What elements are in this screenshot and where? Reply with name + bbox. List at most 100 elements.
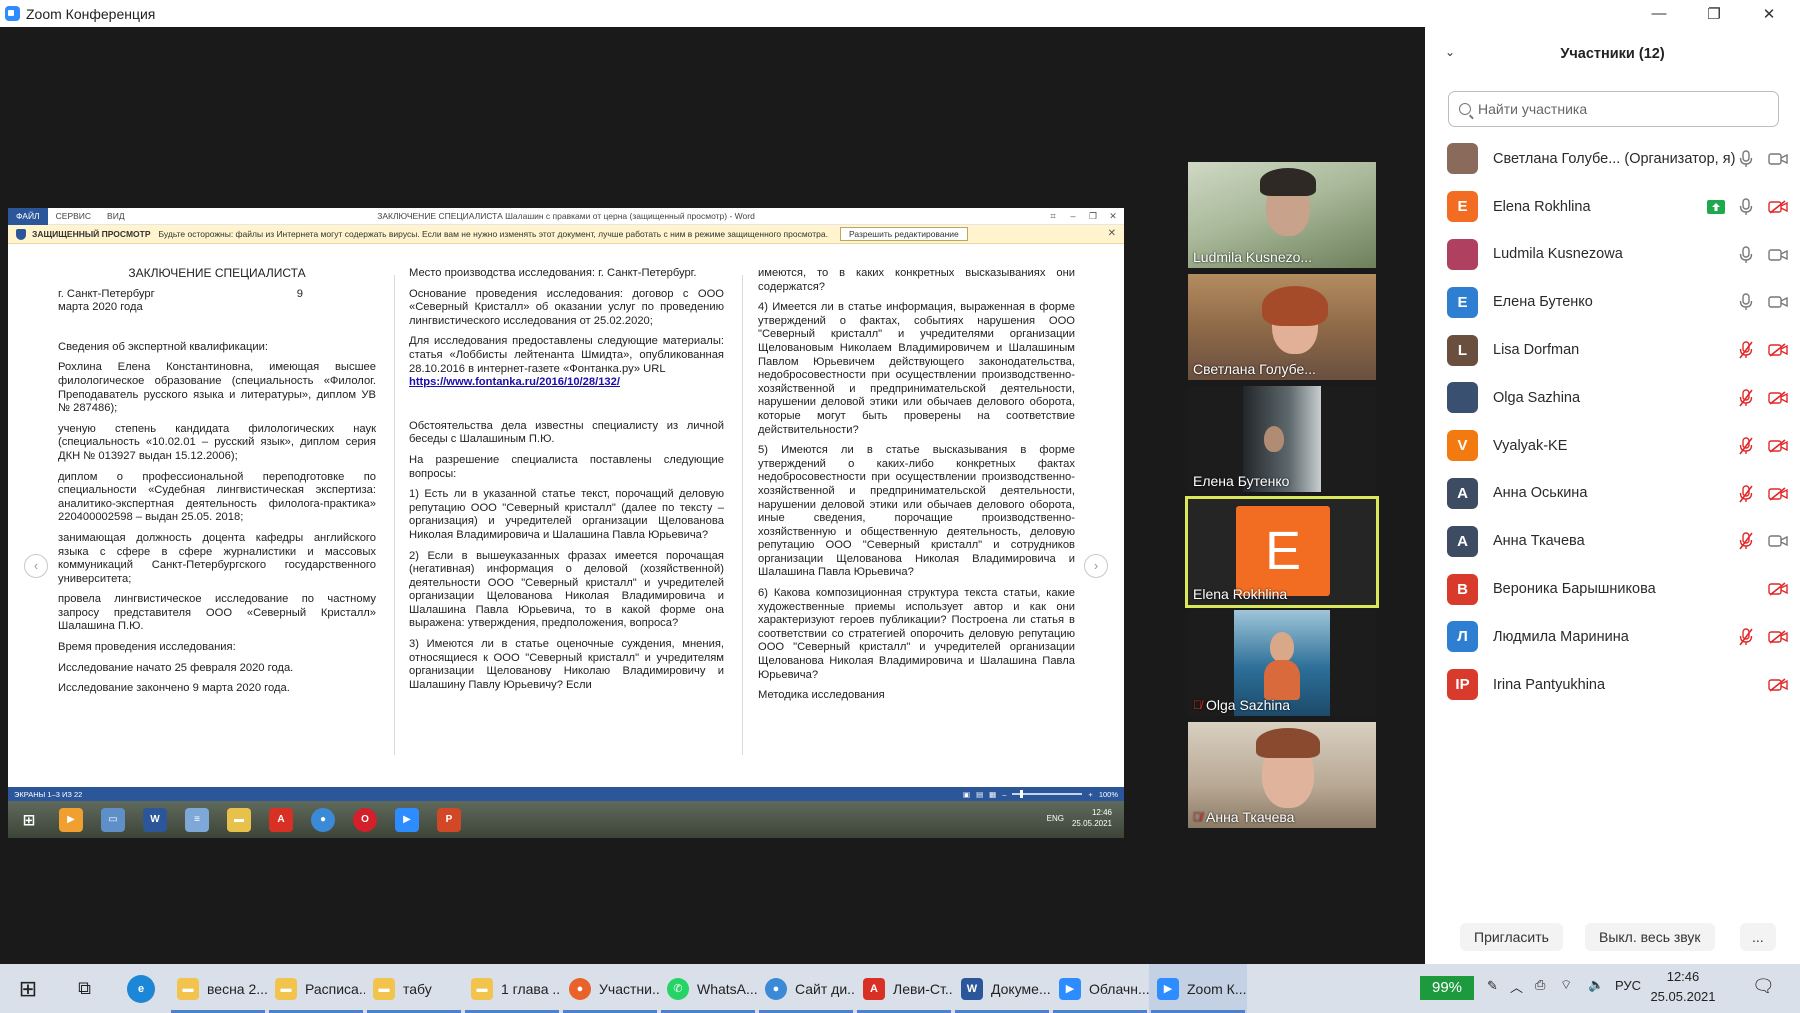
maximize-button[interactable]: ❐: [1691, 0, 1737, 27]
close-button[interactable]: ✕: [1746, 0, 1792, 27]
active-speaker-thumbnail[interactable]: E Elena Rokhlina: [1185, 496, 1379, 608]
explorer-folder-icon[interactable]: ▬: [227, 807, 251, 832]
taskbar-app-button[interactable]: ▬ весна 2...: [169, 964, 267, 1013]
participant-row[interactable]: Светлана Голубе... (Организатор, я): [1425, 135, 1800, 183]
chrome-icon[interactable]: ●: [311, 807, 335, 832]
task-view-button[interactable]: ⧉: [56, 964, 113, 1013]
taskbar-app-button[interactable]: ✆ WhatsA...: [659, 964, 757, 1013]
system-clock[interactable]: 12:46 25.05.2021: [1648, 967, 1718, 1007]
taskbar-app-button[interactable]: ▶ Облачн...: [1051, 964, 1149, 1013]
microphone-muted-icon[interactable]: [1736, 484, 1756, 504]
camera-off-icon[interactable]: [1768, 627, 1788, 647]
participant-row[interactable]: В Вероника Барышникова: [1425, 565, 1800, 613]
video-thumbnail[interactable]: Елена Бутенко: [1188, 386, 1376, 492]
language-indicator[interactable]: РУС: [1615, 978, 1641, 993]
taskbar-app-button[interactable]: A Леви-Ст...: [855, 964, 953, 1013]
computer-icon[interactable]: ▭: [101, 807, 125, 832]
shared-screen[interactable]: ФАЙЛ СЕРВИС ВИД ЗАКЛЮЧЕНИЕ СПЕЦИАЛИСТА Ш…: [8, 208, 1124, 838]
more-options-button[interactable]: ...: [1740, 923, 1776, 951]
camera-off-icon[interactable]: [1768, 340, 1788, 360]
camera-off-icon[interactable]: [1768, 675, 1788, 695]
participant-row[interactable]: V Vyalyak-KE: [1425, 422, 1800, 470]
taskbar-app-button[interactable]: ▬ Расписа...: [267, 964, 365, 1013]
microphone-muted-icon[interactable]: [1736, 436, 1756, 456]
microphone-icon[interactable]: [1736, 245, 1756, 265]
taskbar-app-button[interactable]: ● Участни...: [561, 964, 659, 1013]
taskbar-app-button[interactable]: ▶ Zoom К...: [1149, 964, 1247, 1013]
mute-all-button[interactable]: Выкл. весь звук: [1585, 923, 1715, 951]
edge-button[interactable]: e: [113, 964, 169, 1013]
word-minimize-icon[interactable]: –: [1064, 208, 1082, 225]
touch-keyboard-icon[interactable]: ✎: [1487, 978, 1498, 994]
video-thumbnail[interactable]: 🎙̸ Olga Sazhina: [1188, 610, 1376, 716]
taskbar-app-button[interactable]: ▬ табу: [365, 964, 463, 1013]
microphone-muted-icon[interactable]: [1736, 340, 1756, 360]
video-thumbnail[interactable]: Ludmila Kusnezo...: [1188, 162, 1376, 268]
network-device-icon[interactable]: ⎙: [1535, 977, 1545, 993]
powerpoint-icon[interactable]: P: [437, 807, 461, 832]
previous-page-arrow-icon[interactable]: ‹: [24, 554, 48, 578]
camera-off-icon[interactable]: [1768, 388, 1788, 408]
participant-row[interactable]: А Анна Оськина: [1425, 470, 1800, 518]
word-restore-icon[interactable]: ⌗: [1044, 208, 1062, 225]
video-thumbnail[interactable]: Светлана Голубе...: [1188, 274, 1376, 380]
taskbar-app-button[interactable]: ● Сайт ди...: [757, 964, 855, 1013]
word-zoom-controls[interactable]: ▣ ▤ ▦ – + 100%: [963, 787, 1118, 801]
microphone-icon[interactable]: [1736, 149, 1756, 169]
show-hidden-icons-icon[interactable]: ︿: [1510, 977, 1523, 996]
read-mode-icon[interactable]: ▣: [963, 790, 970, 799]
zoom-app-icon[interactable]: ▶: [395, 807, 419, 832]
camera-off-icon[interactable]: [1768, 579, 1788, 599]
word-app-icon[interactable]: W: [143, 807, 167, 832]
participant-row[interactable]: E Elena Rokhlina: [1425, 183, 1800, 231]
participant-row[interactable]: Ludmila Kusnezowa: [1425, 231, 1800, 279]
start-button[interactable]: ⊞: [0, 964, 56, 1013]
microphone-muted-icon[interactable]: [1736, 627, 1756, 647]
word-maximize-icon[interactable]: ❐: [1084, 208, 1102, 225]
camera-icon[interactable]: [1768, 292, 1788, 312]
battery-indicator[interactable]: 99%: [1420, 976, 1474, 1000]
camera-off-icon[interactable]: [1768, 436, 1788, 456]
notes-icon[interactable]: ≡: [185, 807, 209, 832]
minimize-button[interactable]: —: [1636, 0, 1682, 27]
windows-start-icon[interactable]: ⊞: [17, 808, 41, 832]
zoom-in-icon[interactable]: +: [1088, 790, 1092, 799]
microphone-muted-icon[interactable]: [1736, 388, 1756, 408]
camera-icon[interactable]: [1768, 149, 1788, 169]
camera-off-icon[interactable]: [1768, 484, 1788, 504]
print-layout-icon[interactable]: ▤: [976, 790, 983, 799]
microphone-muted-icon[interactable]: [1736, 531, 1756, 551]
video-thumbnail[interactable]: 🎙̸ Анна Ткачева: [1188, 722, 1376, 828]
participant-row[interactable]: Olga Sazhina: [1425, 374, 1800, 422]
fontanka-link[interactable]: https://www.fontanka.ru/2016/10/28/132/: [409, 376, 620, 388]
invite-button[interactable]: Пригласить: [1460, 923, 1563, 951]
next-page-arrow-icon[interactable]: ›: [1084, 554, 1108, 578]
notifications-icon[interactable]: 🗨: [1752, 976, 1775, 997]
collapse-chevron-icon[interactable]: ⌄: [1445, 45, 1455, 59]
participant-row[interactable]: Л Людмила Маринина: [1425, 613, 1800, 661]
taskbar-app-button[interactable]: ▬ 1 глава ...: [463, 964, 561, 1013]
participant-search-box[interactable]: [1448, 91, 1779, 127]
participant-row[interactable]: А Анна Ткачева: [1425, 517, 1800, 565]
participant-row[interactable]: L Lisa Dorfman: [1425, 326, 1800, 374]
zoom-slider[interactable]: [1012, 790, 1083, 798]
participant-row[interactable]: Е Елена Бутенко: [1425, 278, 1800, 326]
word-close-icon[interactable]: ✕: [1104, 208, 1122, 225]
protected-bar-close-icon[interactable]: ✕: [1108, 228, 1116, 239]
taskbar-app-button[interactable]: W Докуме...: [953, 964, 1051, 1013]
camera-off-icon[interactable]: [1768, 197, 1788, 217]
microphone-icon[interactable]: [1736, 197, 1756, 217]
web-layout-icon[interactable]: ▦: [989, 790, 996, 799]
participant-search-input[interactable]: [1478, 101, 1758, 117]
volume-icon[interactable]: 🔈: [1588, 977, 1604, 993]
enable-editing-button[interactable]: Разрешить редактирование: [839, 227, 968, 241]
camera-icon[interactable]: [1768, 531, 1788, 551]
media-player-icon[interactable]: ▶: [59, 807, 83, 832]
microphone-icon[interactable]: [1736, 292, 1756, 312]
acrobat-icon[interactable]: A: [269, 807, 293, 832]
opera-icon[interactable]: O: [353, 807, 377, 832]
zoom-out-icon[interactable]: –: [1002, 790, 1006, 799]
participant-row[interactable]: IP Irina Pantyukhina: [1425, 661, 1800, 709]
wifi-icon[interactable]: ⌔: [1560, 977, 1572, 993]
camera-icon[interactable]: [1768, 245, 1788, 265]
